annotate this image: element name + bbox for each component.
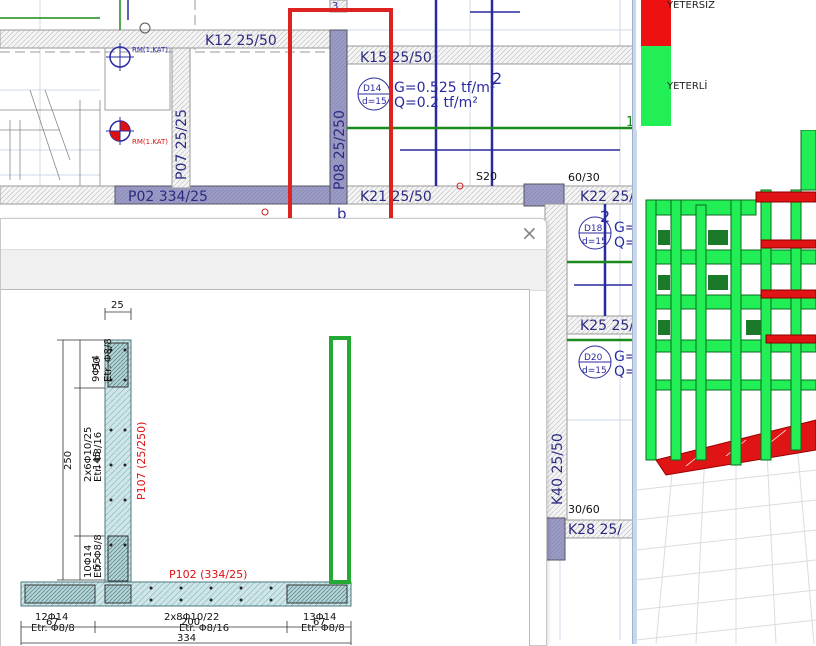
column-label-30-60: 30/60 — [568, 503, 600, 516]
rm-label-1: RM(1.KAT) — [132, 46, 168, 54]
slab-thickness-d20: d=15 — [582, 366, 607, 376]
slab-load-g-d14: G=0.525 tf/m² — [394, 80, 496, 96]
bottom-dimension-strip: 67 200 67 334 — [20, 617, 352, 645]
beam-label-p02: P02 334/25 — [128, 189, 208, 205]
dim-vertical-total: 250 — [63, 451, 74, 470]
rebar-bot-stirrup: Etr. Φ8/8 — [93, 534, 104, 578]
axis-marker-2: 2 — [492, 69, 502, 88]
beam-label-k15: K15 25/50 — [360, 50, 432, 66]
beam-label-k22: K22 25/ — [580, 189, 634, 205]
dim-total: 334 — [177, 633, 196, 644]
dim-left: 67 — [46, 617, 59, 628]
section-detail-window[interactable]: × 25 250 50 145 55 9Φ14 Etr. Φ8/8 2x6Φ10… — [0, 218, 547, 646]
dim-mid: 200 — [181, 617, 200, 628]
beam-label-k28: K28 25/ — [568, 522, 622, 538]
beam-label-p07: P07 25/25 — [174, 109, 190, 180]
column-label-60-30: 60/30 — [568, 171, 600, 184]
slab-name-d20: D20 — [584, 353, 603, 363]
beam-label-p08: P08 25/250 — [332, 110, 348, 190]
slab-thickness-d18: d=15 — [582, 237, 607, 247]
beam-label-k25: K25 25/ — [580, 318, 634, 334]
3d-model-viewport[interactable] — [636, 130, 816, 644]
selection-highlight-green — [329, 336, 351, 584]
beam-label-k12: K12 25/50 — [205, 33, 277, 49]
rebar-mid-stirrup: Etr. Φ8/16 — [93, 432, 104, 482]
beam-label-k21: K21 25/50 — [360, 189, 432, 205]
legend-label-yeterli: YETERLİ — [667, 81, 708, 92]
detail-canvas[interactable]: 25 250 50 145 55 9Φ14 Etr. Φ8/8 2x6Φ10/2… — [1, 289, 530, 646]
dim-right: 67 — [313, 617, 326, 628]
detail-header-strip — [1, 249, 546, 291]
legend-label-yetersiz: YETERSİZ — [667, 0, 715, 11]
legend-panel: YETERSİZ YETERLİ — [636, 0, 816, 130]
slab-thickness-d14: d=15 — [362, 97, 387, 107]
rebar-top-stirrup: Etr. Φ8/8 — [103, 338, 114, 382]
vertical-wall-name: P107 (25/250) — [135, 422, 148, 500]
slab-name-d14: D14 — [363, 84, 382, 94]
rm-label-2: RM(1.KAT) — [132, 138, 168, 146]
horizontal-wall-name: P102 (334/25) — [169, 568, 247, 581]
axis-marker-2b: 2 — [600, 207, 610, 226]
slab-load-q-d14: Q=0.2 tf/m² — [394, 95, 478, 111]
beam-label-k40: K40 25/50 — [550, 433, 566, 505]
close-icon[interactable]: × — [521, 221, 538, 245]
dim-top-width: 25 — [111, 300, 124, 311]
rebar-top-main: 9Φ14 — [91, 355, 102, 382]
column-label-s20: S20 — [476, 170, 497, 183]
